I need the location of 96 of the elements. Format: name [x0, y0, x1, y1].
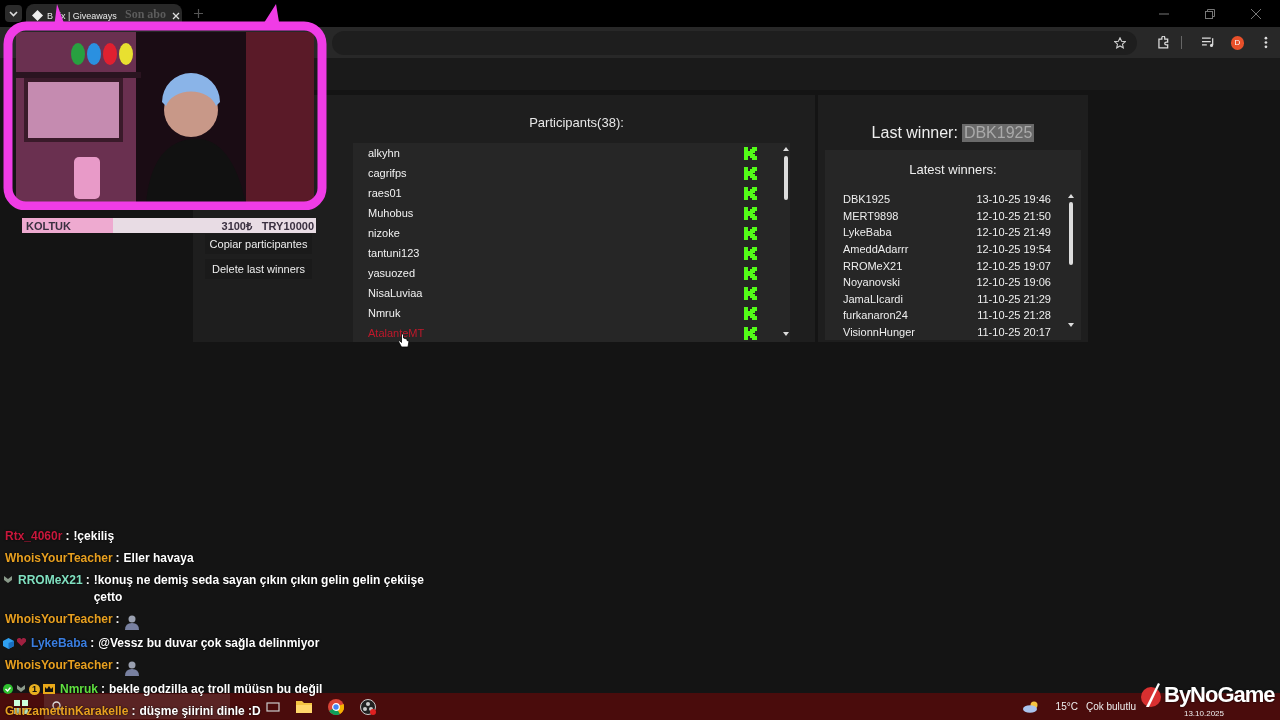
winner-time: 11-10-25 21:29	[977, 292, 1051, 305]
k-logo-icon	[744, 146, 757, 160]
chat-separator: :	[101, 681, 105, 698]
profile-avatar[interactable]: D	[1230, 35, 1245, 50]
chat-username[interactable]: WhoisYourTeacher	[5, 657, 113, 674]
participant-name[interactable]: Nmruk	[368, 307, 401, 319]
chat-text: !çekiliş	[73, 528, 115, 545]
diamond-icon	[32, 10, 43, 21]
browser-icon[interactable]	[328, 698, 344, 715]
participant-name[interactable]: nizoke	[368, 227, 400, 239]
winner-name: JamaLIcardi	[843, 292, 903, 305]
weather-icon	[1022, 700, 1040, 713]
chevron-badge-icon	[3, 575, 13, 584]
chat-username[interactable]: Nmruk	[60, 681, 98, 698]
star-icon[interactable]	[1114, 36, 1127, 49]
tab-search-button[interactable]	[5, 5, 22, 22]
k-logo-icon	[744, 326, 757, 340]
number-badge: 1	[29, 684, 40, 695]
chat-separator: :	[65, 528, 70, 545]
participant-name[interactable]: tantuni123	[368, 247, 420, 259]
restore-icon[interactable]	[1205, 8, 1215, 19]
k-logo-icon	[744, 246, 757, 260]
menu-icon[interactable]	[1264, 36, 1268, 49]
participant-name[interactable]: alkyhn	[368, 147, 400, 159]
chat-text: !konuş ne demiş seda sayan çıkın çıkın gelin gelin çekiişe çetto	[93, 572, 425, 606]
participant-name[interactable]: cagrifps	[368, 167, 407, 179]
winner-time: 13-10-25 19:46	[976, 193, 1051, 206]
winner-name: MERT9898	[843, 209, 899, 222]
chat-username[interactable]: RROMeX21	[18, 572, 83, 589]
puzzle-icon[interactable]	[1157, 36, 1170, 49]
chat-text: düşme şiirini dinle :D	[139, 703, 261, 720]
figure-emote-icon	[123, 614, 140, 630]
latest-winners-title: Latest winners:	[908, 161, 998, 179]
chat-username[interactable]: WhoisYourTeacher	[5, 611, 113, 628]
slash-logo-icon	[1140, 682, 1162, 708]
winner-name: AmeddAdarrr	[843, 243, 909, 256]
chat-username[interactable]: LykeBaba	[31, 635, 88, 652]
k-logo-icon	[744, 266, 757, 280]
k-logo-icon	[744, 306, 757, 320]
k-logo-icon	[744, 286, 757, 300]
chat-username[interactable]: WhoisYourTeacher	[5, 550, 113, 567]
participant-name[interactable]: yasuozed	[368, 267, 416, 279]
recorder-icon[interactable]	[360, 698, 376, 715]
new-tab-icon[interactable]	[194, 9, 203, 18]
participant-name[interactable]: raes01	[368, 187, 402, 199]
goal-target: TRY10000	[261, 219, 314, 232]
last-winner-name: DBK1925	[961, 123, 1035, 142]
winner-time: 12-10-25 19:54	[976, 243, 1051, 256]
cube-badge-icon	[3, 638, 14, 649]
winner-time: 12-10-25 19:06	[976, 276, 1051, 289]
tab-title: B	[47, 10, 53, 21]
chat-username[interactable]: GurzamettinKarakelle	[5, 703, 129, 720]
temperature: 15°C	[1055, 701, 1078, 712]
check-badge-icon	[3, 684, 13, 694]
chat-separator: :	[85, 572, 90, 589]
chat-text: Eller havaya	[123, 550, 194, 567]
participant-name[interactable]: Muhobus	[368, 207, 414, 219]
chat-separator: :	[131, 703, 136, 720]
k-logo-icon	[744, 226, 757, 240]
k-logo-icon	[744, 206, 757, 220]
winner-time: 12-10-25 21:49	[976, 226, 1051, 239]
goal-name: KOLTUK	[26, 219, 72, 232]
action-button[interactable]: Copiar participantes	[205, 234, 312, 254]
chat-separator: :	[90, 635, 95, 652]
chat-separator: :	[115, 657, 120, 674]
action-button[interactable]: Delete last winners	[205, 259, 312, 279]
chat-separator: :	[115, 550, 120, 567]
heart-badge-icon	[17, 638, 26, 646]
chat-separator: :	[115, 611, 120, 628]
weather-condition: Çok bulutlu	[1085, 701, 1136, 712]
media-icon[interactable]	[1201, 37, 1215, 48]
winner-name: LykeBaba	[843, 226, 892, 239]
date-label: 13.10.2025	[1183, 709, 1224, 718]
folder-icon[interactable]	[296, 700, 312, 713]
k-logo-icon	[744, 186, 757, 200]
winner-name: furkanaron24	[843, 309, 908, 322]
participants-title: Participants(38):	[528, 114, 625, 132]
winner-name: RROMeX21	[843, 259, 903, 272]
winner-name: VisionnHunger	[843, 326, 915, 339]
winner-time: 11-10-25 21:28	[977, 309, 1051, 322]
winner-time: 12-10-25 19:07	[976, 259, 1051, 272]
close-icon[interactable]	[1251, 8, 1261, 19]
winner-name: Noyanovski	[843, 276, 900, 289]
chat-text: bekle godzilla aç troll müüsn bu değil	[109, 681, 323, 698]
chevron-badge-icon	[16, 684, 26, 693]
task-view-icon[interactable]	[266, 700, 280, 713]
winner-name: DBK1925	[843, 193, 891, 206]
last-winner-label: Last winner:	[871, 123, 958, 142]
goal-amount: 3100₺	[220, 219, 252, 233]
chat-text: @Vessz bu duvar çok sağla delinmiyor	[98, 635, 320, 652]
participant-name[interactable]: NisaLuviaa	[368, 287, 423, 299]
k-logo-icon	[744, 166, 757, 180]
brand-name: ByNoGame	[1164, 682, 1275, 708]
winner-time: 12-10-25 21:50	[976, 209, 1051, 222]
winner-time: 11-10-25 20:17	[977, 326, 1051, 339]
figure-emote-icon	[123, 660, 140, 676]
